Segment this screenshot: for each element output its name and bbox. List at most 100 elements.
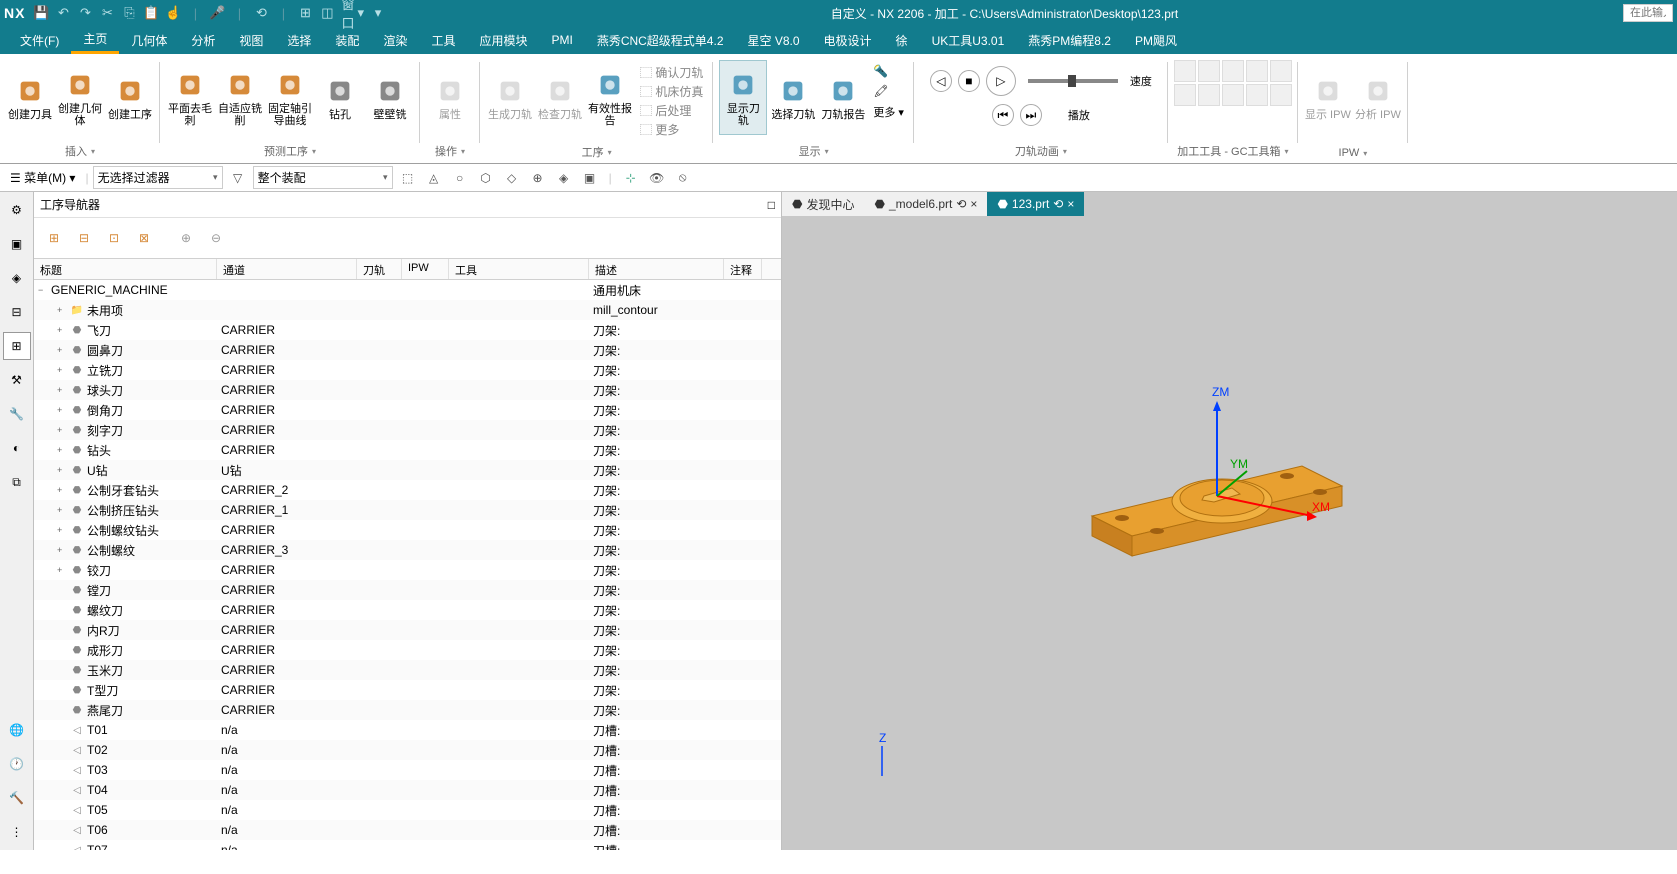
select-icon-8[interactable]: ▣: [579, 167, 601, 189]
table-row[interactable]: +⬣公制螺纹钻头CARRIER刀架:: [34, 520, 781, 540]
visibility-off-icon[interactable]: ⦸: [672, 167, 694, 189]
menu-16[interactable]: 燕秀PM编程8.2: [1016, 28, 1123, 53]
gc-tool-6[interactable]: [1198, 84, 1220, 106]
table-row[interactable]: +⬣刻字刀CARRIER刀架:: [34, 420, 781, 440]
gc-tool-8[interactable]: [1246, 84, 1268, 106]
menu-12[interactable]: 星空 V8.0: [736, 28, 812, 53]
menu-button[interactable]: ☰ 菜单(M) ▾: [4, 167, 81, 188]
rail-tree-icon[interactable]: ⊟: [3, 298, 31, 326]
table-row[interactable]: +⬣倒角刀CARRIER刀架:: [34, 400, 781, 420]
save-icon[interactable]: 💾: [33, 5, 49, 21]
select-icon-6[interactable]: ⊕: [527, 167, 549, 189]
nav-collapse-icon[interactable]: ⊖: [202, 224, 230, 252]
col-note[interactable]: 注释: [724, 259, 762, 279]
table-row[interactable]: ◁T05n/a刀槽:: [34, 800, 781, 820]
graphics-viewport[interactable]: ⬣发现中心⬣_model6.prt ⟲ ×⬣123.prt ⟲ ×: [782, 192, 1677, 850]
sync-icon[interactable]: ⟲: [253, 5, 269, 21]
window-dropdown[interactable]: 窗口▾: [341, 5, 364, 21]
viewport-tab-0[interactable]: ⬣发现中心: [782, 192, 865, 216]
ribbon-btn-4-0[interactable]: 显示刀轨: [719, 60, 767, 135]
table-row[interactable]: +⬣铰刀CARRIER刀架:: [34, 560, 781, 580]
more-display[interactable]: 更多 ▾: [873, 104, 904, 120]
table-row[interactable]: ◁T01n/a刀槽:: [34, 720, 781, 740]
ribbon-group-label-1[interactable]: 预测工序: [166, 141, 414, 161]
copy-icon[interactable]: ⎘: [121, 5, 137, 21]
gc-tool-4[interactable]: [1270, 60, 1292, 82]
assembly-filter[interactable]: 整个装配: [253, 166, 393, 189]
col-desc[interactable]: 描述: [589, 259, 724, 279]
table-row[interactable]: ⬣镗刀CARRIER刀架:: [34, 580, 781, 600]
menu-6[interactable]: 装配: [323, 28, 371, 53]
col-ipw[interactable]: IPW: [402, 259, 449, 279]
gc-tool-0[interactable]: [1174, 60, 1196, 82]
table-row[interactable]: +⬣球头刀CARRIER刀架:: [34, 380, 781, 400]
select-icon-1[interactable]: ⬚: [397, 167, 419, 189]
table-row[interactable]: +⬣公制螺纹CARRIER_3刀架:: [34, 540, 781, 560]
select-icon-4[interactable]: ⬡: [475, 167, 497, 189]
viewport-tab-2[interactable]: ⬣123.prt ⟲ ×: [987, 192, 1084, 216]
col-tool[interactable]: 工具: [449, 259, 589, 279]
extra-3-3[interactable]: ⬚ 更多: [640, 121, 703, 138]
ribbon-group-label-2[interactable]: 操作: [426, 141, 474, 161]
cut-icon[interactable]: ✂: [99, 5, 115, 21]
grid-body[interactable]: −GENERIC_MACHINE通用机床+📁未用项mill_contour+⬣飞…: [34, 280, 781, 850]
rail-machine-icon[interactable]: ⚒: [3, 366, 31, 394]
viewport-tab-1[interactable]: ⬣_model6.prt ⟲ ×: [865, 192, 988, 216]
ribbon-group-label-4[interactable]: 显示: [719, 141, 908, 161]
select-icon-3[interactable]: ○: [449, 167, 471, 189]
ribbon-group-label-6[interactable]: 加工工具 - GC工具箱: [1174, 141, 1292, 161]
window-icon[interactable]: ⊞: [297, 5, 313, 21]
rail-grid-icon[interactable]: ⊞: [3, 332, 31, 360]
select-icon-5[interactable]: ◇: [501, 167, 523, 189]
undock-icon[interactable]: □: [768, 198, 775, 212]
table-row[interactable]: +⬣圆鼻刀CARRIER刀架:: [34, 340, 781, 360]
ribbon-group-label-3[interactable]: 工序: [486, 142, 707, 162]
ribbon-btn-0-0[interactable]: 创建刀具: [6, 60, 54, 135]
extra-3-1[interactable]: ⬚ 机床仿真: [640, 83, 703, 100]
menu-0[interactable]: 文件(F): [8, 28, 71, 53]
ribbon-group-label-0[interactable]: 插入: [6, 141, 154, 161]
next-icon[interactable]: ⏭: [1020, 104, 1042, 126]
nav-view1-icon[interactable]: ⊞: [40, 224, 68, 252]
ribbon-group-label-5[interactable]: 刀轨动画: [920, 141, 1162, 161]
menu-17[interactable]: PM飓风: [1123, 28, 1189, 53]
table-row[interactable]: ⬣燕尾刀CARRIER刀架:: [34, 700, 781, 720]
table-row[interactable]: ◁T07n/a刀槽:: [34, 840, 781, 850]
tab-refresh-icon[interactable]: ⟲: [1053, 197, 1063, 211]
table-row[interactable]: ◁T02n/a刀槽:: [34, 740, 781, 760]
first-icon[interactable]: ⏮: [992, 104, 1014, 126]
menu-1[interactable]: 主页: [71, 26, 119, 54]
ribbon-btn-3-0[interactable]: 生成刀轨: [486, 60, 534, 135]
mic-icon[interactable]: 🎤: [209, 5, 225, 21]
ribbon-btn-1-0[interactable]: 平面去毛刺: [166, 60, 214, 135]
gc-tool-9[interactable]: [1270, 84, 1292, 106]
rail-link-icon[interactable]: ⧉: [3, 468, 31, 496]
ribbon-btn-0-1[interactable]: 创建几何体: [56, 60, 104, 135]
table-row[interactable]: +⬣飞刀CARRIER刀架:: [34, 320, 781, 340]
menu-5[interactable]: 选择: [275, 28, 323, 53]
table-row[interactable]: ◁T06n/a刀槽:: [34, 820, 781, 840]
table-row[interactable]: +⬣U钻U钻刀架:: [34, 460, 781, 480]
ribbon-btn-7-1[interactable]: 分析 IPW: [1354, 60, 1402, 135]
nav-view2-icon[interactable]: ⊟: [70, 224, 98, 252]
filter-icon[interactable]: ▽: [227, 167, 249, 189]
wcs-icon[interactable]: ⊹: [620, 167, 642, 189]
ribbon-group-label-7[interactable]: IPW: [1304, 145, 1402, 161]
table-row[interactable]: +⬣立铣刀CARRIER刀架:: [34, 360, 781, 380]
rail-web-icon[interactable]: 🌐: [3, 716, 31, 744]
tab-refresh-icon[interactable]: ⟲: [956, 197, 966, 211]
select-icon-7[interactable]: ◈: [553, 167, 575, 189]
ribbon-btn-1-1[interactable]: 自适应铣削: [216, 60, 264, 135]
play-icon[interactable]: ▷: [986, 66, 1016, 96]
menu-13[interactable]: 电极设计: [812, 28, 884, 53]
table-row[interactable]: +⬣公制挤压钻头CARRIER_1刀架:: [34, 500, 781, 520]
redo-icon[interactable]: ↷: [77, 5, 93, 21]
table-row[interactable]: ⬣成形刀CARRIER刀架:: [34, 640, 781, 660]
rail-tool-icon[interactable]: 🔧: [3, 400, 31, 428]
nav-view4-icon[interactable]: ⊠: [130, 224, 158, 252]
touch-icon[interactable]: ☝: [165, 5, 181, 21]
menu-7[interactable]: 渲染: [371, 28, 419, 53]
table-row[interactable]: +📁未用项mill_contour: [34, 300, 781, 320]
highlighter-icon[interactable]: 🖍: [873, 84, 904, 98]
ribbon-btn-7-0[interactable]: 显示 IPW: [1304, 60, 1352, 135]
